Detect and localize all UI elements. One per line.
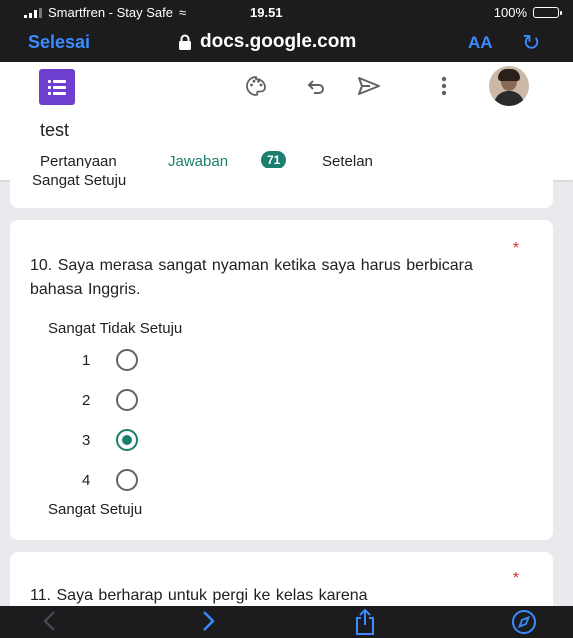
carrier-name: Smartfren - Stay Safe — [48, 5, 173, 20]
battery-info: 100% — [493, 5, 562, 20]
question-text: 11. Saya berharap untuk pergi ke kelas k… — [30, 587, 368, 604]
responses-count-badge: 71 — [261, 151, 287, 169]
clock: 19.51 — [250, 5, 283, 20]
option-number: 1 — [82, 351, 91, 369]
question-text: 10. Saya merasa sangat nyaman ketika say… — [30, 257, 473, 298]
form-title: test — [40, 120, 70, 140]
radio-button[interactable] — [116, 389, 138, 411]
compass-icon[interactable] — [510, 608, 538, 638]
wifi-icon: ≈ — [179, 5, 187, 20]
signal-icon — [24, 7, 42, 18]
radio-button[interactable] — [116, 469, 138, 491]
reload-icon[interactable]: ↻ — [522, 30, 540, 56]
undo-icon[interactable] — [304, 74, 328, 104]
scale-option-2[interactable]: 2 — [82, 389, 138, 411]
question-card-10: * 10. Saya merasa sangat nyaman ketika s… — [10, 220, 553, 540]
palette-icon[interactable] — [244, 74, 268, 104]
text-size-label: AA — [468, 33, 493, 52]
battery-icon — [533, 7, 562, 18]
lock-icon — [179, 34, 191, 50]
done-button[interactable]: Selesai — [28, 32, 90, 53]
forms-header: test Pertanyaan Jawaban 71 Setelan — [0, 62, 573, 180]
scale-option-3[interactable]: 3 — [82, 429, 138, 451]
status-bar: Smartfren - Stay Safe ≈ 19.51 100% — [0, 0, 573, 24]
required-asterisk: * — [512, 570, 519, 587]
forms-logo-icon[interactable] — [39, 69, 75, 105]
option-number: 4 — [82, 471, 91, 489]
address-row: Selesai docs.google.com AA ↻ — [0, 26, 573, 60]
scale-option-4[interactable]: 4 — [82, 469, 138, 491]
question-card-11: * 11. Saya berharap untuk pergi ke kelas… — [10, 552, 553, 612]
scale-option-1[interactable]: 1 — [82, 349, 138, 371]
text-size-button[interactable]: AA — [468, 33, 493, 53]
option-number: 2 — [82, 391, 91, 409]
option-number: 3 — [82, 431, 91, 449]
radio-button-selected[interactable] — [116, 429, 138, 451]
required-asterisk: * — [512, 240, 519, 257]
radio-button[interactable] — [116, 349, 138, 371]
scale-low-label: Sangat Tidak Setuju — [48, 320, 183, 337]
domain-text: docs.google.com — [200, 31, 357, 52]
forward-icon[interactable] — [198, 608, 218, 638]
share-icon[interactable] — [352, 608, 378, 638]
send-icon[interactable] — [356, 74, 382, 104]
address-bar[interactable]: docs.google.com — [178, 31, 356, 53]
more-icon[interactable] — [440, 74, 448, 104]
battery-percent: 100% — [493, 5, 527, 20]
back-icon[interactable] — [40, 608, 60, 638]
browser-top-bar: Smartfren - Stay Safe ≈ 19.51 100% Seles… — [0, 0, 573, 62]
avatar[interactable] — [489, 66, 529, 106]
carrier-info: Smartfren - Stay Safe ≈ — [24, 5, 186, 20]
scale-high-label: Sangat Setuju — [48, 501, 143, 518]
browser-bottom-bar — [0, 606, 573, 638]
scale-high-label: Sangat Setuju — [32, 172, 127, 189]
previous-question-card: Sangat Setuju — [10, 168, 553, 208]
